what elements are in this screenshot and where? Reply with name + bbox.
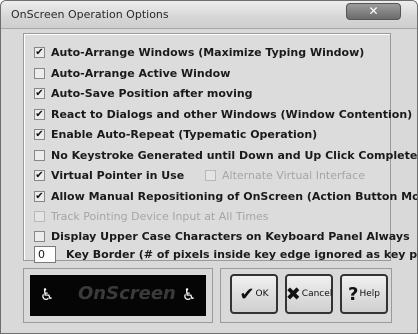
option-auto-repeat[interactable]: ✔ Enable Auto-Repeat (Typematic Operatio… [34, 126, 317, 142]
ok-button[interactable]: ✔ OK [230, 274, 278, 314]
window-title: OnScreen Operation Options [11, 8, 169, 21]
option-alternate-virtual-interface[interactable]: Alternate Virtual Interface [205, 167, 365, 183]
cancel-button[interactable]: ✖ Cancel [285, 274, 333, 314]
options-dialog: OnScreen Operation Options ✕ ✔ Auto-Arra… [0, 0, 418, 334]
option-label: Display Upper Case Characters on Keyboar… [51, 229, 410, 243]
close-button[interactable]: ✕ [346, 3, 401, 20]
help-button[interactable]: ? Help [340, 274, 388, 314]
option-react-to-dialogs[interactable]: ✔ React to Dialogs and other Windows (Wi… [34, 106, 412, 122]
ok-label: OK [255, 289, 269, 299]
option-no-keystroke[interactable]: No Keystroke Generated until Down and Up… [34, 147, 418, 163]
logo-panel: ♿ OnScreen ♿ [23, 268, 213, 323]
option-auto-arrange-windows[interactable]: ✔ Auto-Arrange Windows (Maximize Typing … [34, 44, 364, 60]
accessibility-wheelchair-icon: ♿ [39, 285, 55, 304]
checkbox[interactable] [34, 149, 45, 161]
option-auto-arrange-active[interactable]: Auto-Arrange Active Window [34, 65, 230, 81]
checkbox[interactable]: ✔ [34, 128, 45, 140]
checkbox[interactable]: ✔ [34, 108, 45, 120]
option-auto-save-position[interactable]: ✔ Auto-Save Position after moving [34, 85, 253, 101]
cross-icon: ✖ [285, 283, 301, 305]
options-panel: ✔ Auto-Arrange Windows (Maximize Typing … [23, 33, 417, 263]
option-label: Auto-Arrange Active Window [51, 66, 231, 80]
checkbox[interactable] [34, 210, 45, 222]
checkbox[interactable]: ✔ [34, 169, 45, 181]
key-border-input[interactable]: 0 [34, 245, 56, 263]
option-display-upper-case[interactable]: Display Upper Case Characters on Keyboar… [34, 228, 410, 244]
option-track-pointing-device[interactable]: Track Pointing Device Input at All Times [34, 208, 269, 224]
key-border-label: Key Border (# of pixels inside key edge … [66, 247, 418, 261]
onscreen-logo: ♿ OnScreen ♿ [30, 275, 206, 316]
checkbox[interactable] [205, 169, 216, 181]
option-virtual-pointer[interactable]: ✔ Virtual Pointer in Use [34, 167, 184, 183]
option-label: Auto-Arrange Windows (Maximize Typing Wi… [51, 45, 365, 59]
logo-text: OnScreen [78, 283, 176, 304]
option-label: Alternate Virtual Interface [222, 168, 365, 182]
option-label: Virtual Pointer in Use [51, 168, 185, 182]
option-manual-repositioning[interactable]: ✔ Allow Manual Repositioning of OnScreen… [34, 188, 418, 204]
action-buttons-panel: ✔ OK ✖ Cancel ? Help [220, 268, 392, 323]
close-icon: ✕ [368, 4, 379, 18]
option-label: React to Dialogs and other Windows (Wind… [51, 107, 413, 121]
key-border-row: 0 Key Border (# of pixels inside key edg… [34, 244, 418, 264]
checkbox[interactable]: ✔ [34, 87, 45, 99]
option-label: Auto-Save Position after moving [51, 86, 253, 100]
option-label: Enable Auto-Repeat (Typematic Operation) [51, 127, 318, 141]
checkbox[interactable]: ✔ [34, 46, 45, 58]
checkbox[interactable] [34, 67, 45, 79]
checkmark-icon: ✔ [239, 283, 255, 305]
checkbox[interactable]: ✔ [34, 190, 45, 202]
title-bar[interactable]: OnScreen Operation Options ✕ [1, 1, 417, 29]
option-label: No Keystroke Generated until Down and Up… [51, 148, 418, 162]
question-icon: ? [348, 283, 359, 305]
cancel-label: Cancel [301, 289, 333, 299]
option-label: Allow Manual Repositioning of OnScreen (… [51, 189, 418, 203]
accessibility-wheelchair-icon: ♿ [181, 285, 197, 304]
option-label: Track Pointing Device Input at All Times [51, 209, 269, 223]
help-label: Help [359, 289, 380, 299]
checkbox[interactable] [34, 230, 45, 242]
